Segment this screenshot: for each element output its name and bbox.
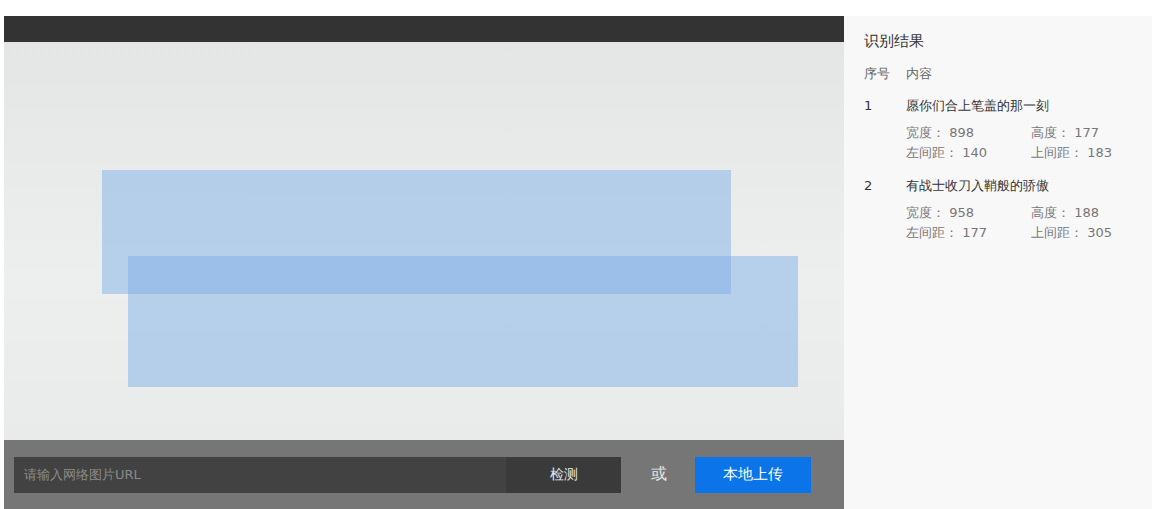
result-index: 2 — [864, 178, 906, 193]
upload-button[interactable]: 本地上传 — [695, 457, 811, 493]
url-input[interactable] — [14, 457, 506, 493]
column-header: 内容 — [906, 65, 1136, 83]
height-field: 高度： 188 — [1031, 203, 1136, 223]
or-label: 或 — [651, 464, 667, 485]
result-text: 愿你们合上笔盖的那一刻 — [906, 97, 1136, 115]
top-field: 上间距： 305 — [1031, 223, 1136, 243]
top-field: 上间距： 183 — [1031, 143, 1136, 163]
column-header: 序号 — [864, 65, 906, 83]
result-fields: 宽度： 958高度： 188左间距： 177上间距： 305 — [906, 203, 1136, 243]
ocr-page: 检测或本地上传识别结果序号内容1愿你们合上笔盖的那一刻宽度： 898高度： 17… — [0, 0, 1152, 509]
results-header: 序号内容 — [864, 65, 1136, 83]
left-field: 左间距： 177 — [906, 223, 1031, 243]
results-title: 识别结果 — [864, 32, 1136, 51]
result-fields: 宽度： 898高度： 177左间距： 140上间距： 183 — [906, 123, 1136, 163]
left-field: 左间距： 140 — [906, 143, 1031, 163]
detect-button[interactable]: 检测 — [506, 457, 621, 493]
results-panel: 识别结果序号内容1愿你们合上笔盖的那一刻宽度： 898高度： 177左间距： 1… — [844, 16, 1152, 509]
result-index: 1 — [864, 98, 906, 113]
result-text: 有战士收刀入鞘般的骄傲 — [906, 177, 1136, 195]
result-item: 2有战士收刀入鞘般的骄傲宽度： 958高度： 188左间距： 177上间距： 3… — [864, 177, 1136, 243]
width-field: 宽度： 958 — [906, 203, 1031, 223]
width-field: 宽度： 898 — [906, 123, 1031, 143]
viewer-top-bar — [4, 16, 844, 42]
photo — [4, 42, 844, 440]
upload-bar: 检测 或 本地上传 — [4, 440, 844, 509]
image-viewer: 检测 或 本地上传 — [4, 16, 844, 509]
detection-box — [128, 256, 799, 388]
height-field: 高度： 177 — [1031, 123, 1136, 143]
result-item: 1愿你们合上笔盖的那一刻宽度： 898高度： 177左间距： 140上间距： 1… — [864, 97, 1136, 163]
